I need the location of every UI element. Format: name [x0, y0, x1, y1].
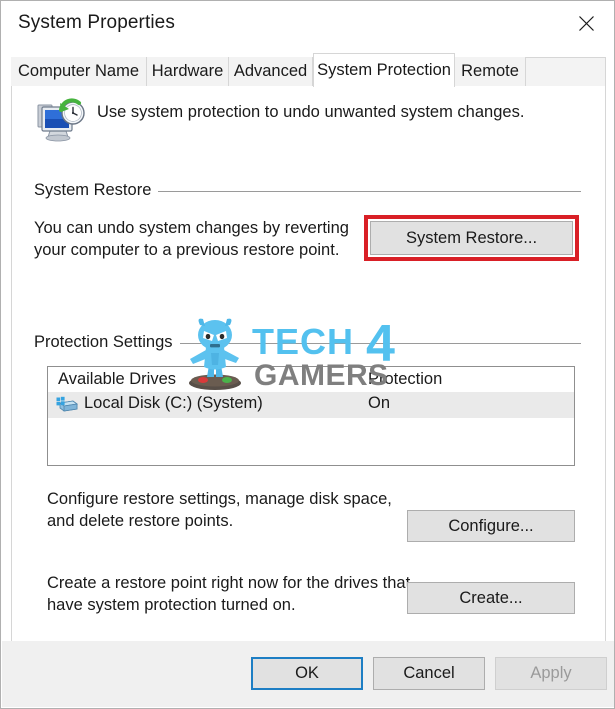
create-button[interactable]: Create... — [407, 582, 575, 614]
system-restore-button[interactable]: System Restore... — [370, 221, 573, 255]
tab-label: Remote — [461, 62, 519, 80]
tab-remote[interactable]: Remote — [455, 57, 526, 86]
cancel-button[interactable]: Cancel — [373, 657, 485, 690]
create-description-line2: have system protection turned on. — [47, 596, 296, 614]
ok-button[interactable]: OK — [251, 657, 363, 690]
tab-advanced[interactable]: Advanced — [229, 57, 313, 86]
listbox-header-row: Available Drives Protection — [48, 367, 574, 392]
configure-button[interactable]: Configure... — [407, 510, 575, 542]
column-header-available-drives: Available Drives — [58, 370, 176, 388]
tab-label: Hardware — [151, 62, 224, 80]
system-protection-icon — [36, 97, 88, 145]
tab-strip: Computer Name Hardware Advanced System P… — [11, 53, 606, 87]
window-title: System Properties — [18, 12, 175, 33]
configure-description: Configure restore settings, manage disk … — [47, 488, 397, 532]
create-description: Create a restore point right now for the… — [47, 572, 422, 616]
title-bar: System Properties — [1, 1, 614, 47]
dialog-command-bar: OK Cancel Apply — [2, 641, 614, 707]
available-drives-listbox[interactable]: Available Drives Protection Local Disk (… — [47, 366, 575, 466]
tab-label: Computer Name — [17, 62, 140, 80]
close-icon — [578, 15, 594, 31]
protection-settings-group-rule — [177, 343, 581, 344]
close-button[interactable] — [558, 1, 614, 45]
tab-label: Advanced — [233, 62, 308, 80]
tab-hardware[interactable]: Hardware — [147, 57, 229, 86]
hard-drive-icon — [56, 396, 79, 414]
create-description-line1: Create a restore point right now for the… — [47, 574, 411, 592]
system-restore-description: You can undo system changes by reverting… — [34, 217, 364, 261]
tab-computer-name[interactable]: Computer Name — [11, 57, 147, 86]
system-restore-description-line2: your computer to a previous restore poin… — [34, 241, 340, 259]
apply-button[interactable]: Apply — [495, 657, 607, 690]
system-restore-group-rule — [157, 191, 581, 192]
drive-name-cell: Local Disk (C:) (System) — [84, 394, 263, 412]
drive-protection-cell: On — [368, 394, 391, 412]
tab-system-protection[interactable]: System Protection — [313, 53, 455, 87]
configure-description-line1: Configure restore settings, manage disk … — [47, 490, 392, 508]
system-properties-window: System Properties Computer Name Hardware… — [0, 0, 615, 709]
tab-page-system-protection: Use system protection to undo unwanted s… — [11, 86, 606, 642]
system-restore-group-label: System Restore — [34, 181, 159, 200]
configure-description-line2: and delete restore points. — [47, 512, 234, 530]
system-restore-description-line1: You can undo system changes by reverting — [34, 219, 349, 237]
tab-label: System Protection — [317, 61, 451, 79]
column-header-protection: Protection — [368, 370, 443, 388]
protection-settings-group-label: Protection Settings — [34, 333, 180, 352]
table-row[interactable]: Local Disk (C:) (System) On — [48, 392, 574, 418]
system-protection-description: Use system protection to undo unwanted s… — [97, 103, 525, 121]
